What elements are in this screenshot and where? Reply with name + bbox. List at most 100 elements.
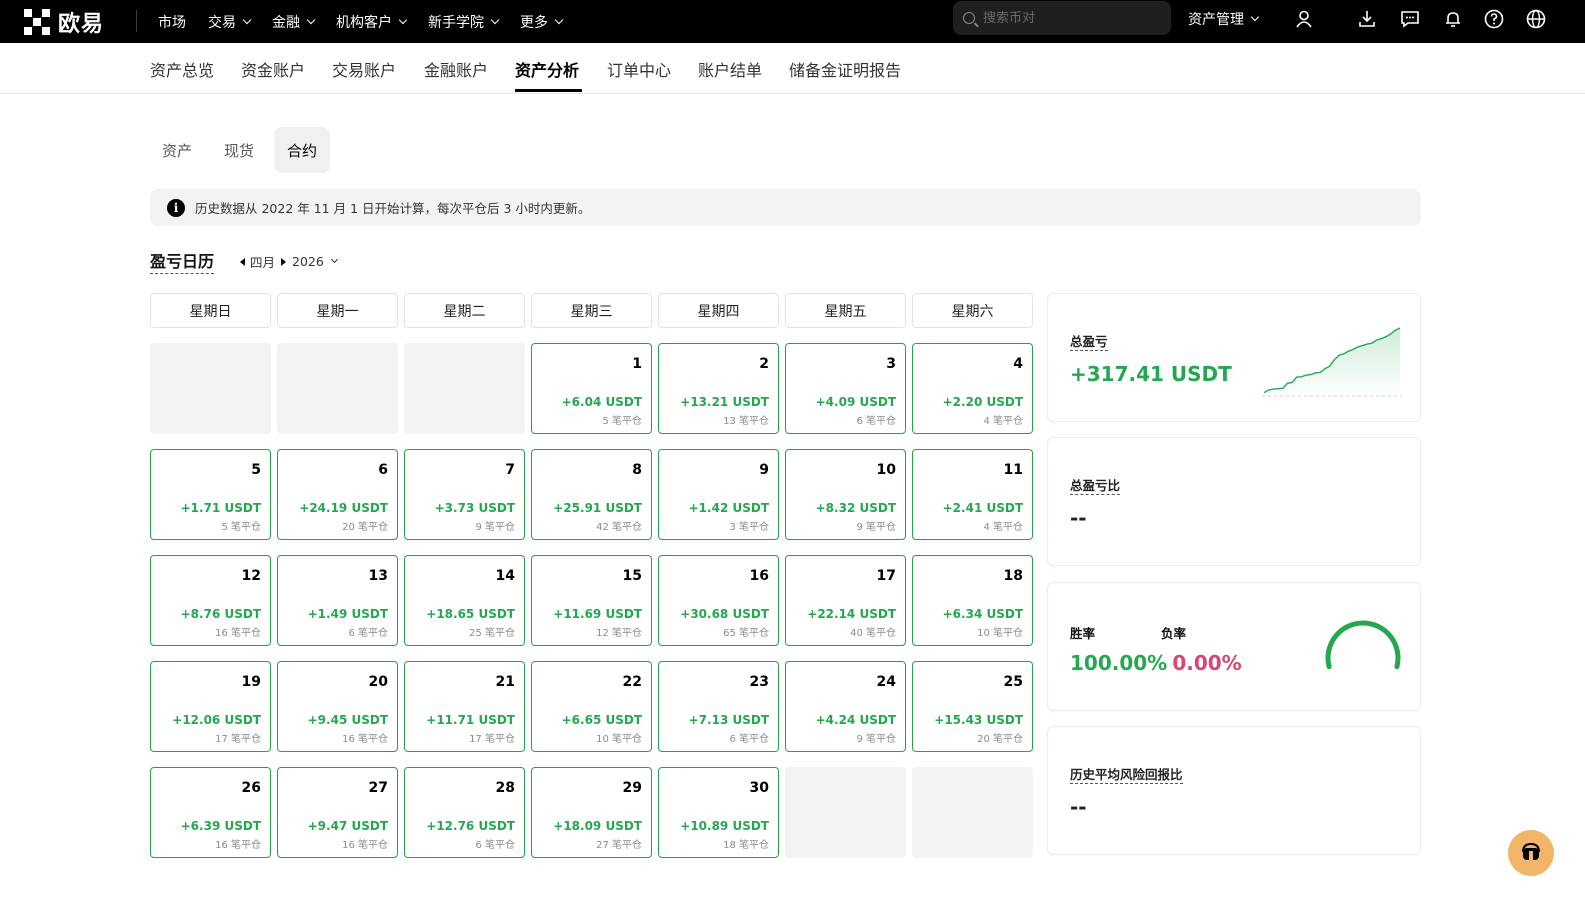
calendar-day[interactable]: 1 +6.04 USDT 5 笔平仓 bbox=[531, 343, 652, 434]
tab-futures[interactable]: 合约 bbox=[274, 127, 331, 173]
day-pnl: +12.76 USDT bbox=[426, 819, 515, 833]
calendar-day[interactable]: 29 +18.09 USDT 27 笔平仓 bbox=[531, 767, 652, 858]
asset-management-menu[interactable]: 资产管理 bbox=[1188, 0, 1260, 38]
day-number: 16 bbox=[749, 568, 769, 584]
day-pnl: +18.09 USDT bbox=[553, 819, 642, 833]
support-button[interactable] bbox=[1508, 830, 1554, 876]
calendar-day[interactable]: 3 +4.09 USDT 6 笔平仓 bbox=[785, 343, 906, 434]
day-close-count: 20 笔平仓 bbox=[977, 734, 1023, 745]
day-number: 18 bbox=[1003, 568, 1023, 584]
calendar-day[interactable]: 6 +24.19 USDT 20 笔平仓 bbox=[277, 449, 398, 540]
day-pnl: +8.76 USDT bbox=[180, 607, 261, 621]
day-close-count: 40 笔平仓 bbox=[850, 628, 896, 639]
calendar-day[interactable]: 4 +2.20 USDT 4 笔平仓 bbox=[912, 343, 1033, 434]
calendar-day[interactable]: 30 +10.89 USDT 18 笔平仓 bbox=[658, 767, 779, 858]
bell-icon[interactable] bbox=[1442, 8, 1464, 30]
tab-proof-of-reserves[interactable]: 储备金证明报告 bbox=[789, 57, 901, 81]
calendar-day[interactable]: 17 +22.14 USDT 40 笔平仓 bbox=[785, 555, 906, 646]
calendar-day[interactable]: 27 +9.47 USDT 16 笔平仓 bbox=[277, 767, 398, 858]
calendar-day[interactable]: 12 +8.76 USDT 16 笔平仓 bbox=[150, 555, 271, 646]
month-label: 四月 bbox=[250, 255, 276, 270]
calendar-day[interactable]: 25 +15.43 USDT 20 笔平仓 bbox=[912, 661, 1033, 752]
total-pnl-ratio-label[interactable]: 总盈亏比 bbox=[1070, 478, 1121, 495]
tab-asset-overview[interactable]: 资产总览 bbox=[150, 57, 214, 81]
calendar-day[interactable]: 22 +6.65 USDT 10 笔平仓 bbox=[531, 661, 652, 752]
day-number: 21 bbox=[495, 674, 515, 690]
calendar-day[interactable]: 15 +11.69 USDT 12 笔平仓 bbox=[531, 555, 652, 646]
day-close-count: 13 笔平仓 bbox=[723, 416, 769, 427]
day-pnl: +10.89 USDT bbox=[680, 819, 769, 833]
pnl-calendar-title[interactable]: 盈亏日历 bbox=[150, 248, 215, 274]
day-number: 20 bbox=[368, 674, 388, 690]
calendar-day[interactable]: 21 +11.71 USDT 17 笔平仓 bbox=[404, 661, 525, 752]
calendar-day[interactable]: 8 +25.91 USDT 42 笔平仓 bbox=[531, 449, 652, 540]
calendar-day[interactable]: 24 +4.24 USDT 9 笔平仓 bbox=[785, 661, 906, 752]
calendar-day[interactable]: 23 +7.13 USDT 6 笔平仓 bbox=[658, 661, 779, 752]
day-pnl: +6.65 USDT bbox=[561, 713, 642, 727]
day-close-count: 6 笔平仓 bbox=[348, 628, 388, 639]
win-rate-card: 胜率 负率 100.00% 0.00% bbox=[1047, 582, 1421, 711]
nav-market[interactable]: 市场 bbox=[158, 12, 186, 32]
top-navbar: 欧易 市场 交易 金融 机构客户 新手学院 更多 资产管理 bbox=[0, 0, 1585, 43]
day-number: 4 bbox=[1013, 356, 1023, 372]
prev-month-icon[interactable] bbox=[240, 257, 245, 266]
okx-logo[interactable]: 欧易 bbox=[24, 6, 104, 38]
calendar-day[interactable]: 5 +1.71 USDT 5 笔平仓 bbox=[150, 449, 271, 540]
day-close-count: 16 笔平仓 bbox=[215, 840, 261, 851]
total-pnl-label[interactable]: 总盈亏 bbox=[1070, 334, 1108, 351]
help-icon[interactable] bbox=[1483, 8, 1505, 30]
tab-assets[interactable]: 资产 bbox=[149, 127, 205, 173]
search-input[interactable] bbox=[983, 10, 1153, 26]
day-number: 5 bbox=[251, 462, 261, 478]
tab-statements[interactable]: 账户结单 bbox=[698, 57, 762, 81]
nav-label: 更多 bbox=[520, 14, 548, 31]
calendar-day[interactable]: 10 +8.32 USDT 9 笔平仓 bbox=[785, 449, 906, 540]
user-icon[interactable] bbox=[1293, 8, 1315, 30]
globe-icon[interactable] bbox=[1525, 8, 1547, 30]
tab-asset-analysis[interactable]: 资产分析 bbox=[515, 57, 579, 81]
tab-trading-account[interactable]: 交易账户 bbox=[332, 57, 396, 81]
calendar-day[interactable]: 26 +6.39 USDT 16 笔平仓 bbox=[150, 767, 271, 858]
calendar-day[interactable]: 11 +2.41 USDT 4 笔平仓 bbox=[912, 449, 1033, 540]
chevron-down-icon[interactable] bbox=[330, 255, 338, 264]
win-rate-value: 100.00% bbox=[1070, 651, 1168, 675]
calendar-day[interactable]: 19 +12.06 USDT 17 笔平仓 bbox=[150, 661, 271, 752]
tab-funding-account[interactable]: 资金账户 bbox=[241, 57, 305, 81]
risk-return-label[interactable]: 历史平均风险回报比 bbox=[1070, 767, 1183, 784]
tab-finance-account[interactable]: 金融账户 bbox=[424, 57, 488, 81]
risk-return-value: -- bbox=[1070, 795, 1087, 819]
calendar-day[interactable]: 13 +1.49 USDT 6 笔平仓 bbox=[277, 555, 398, 646]
calendar-day-empty bbox=[912, 767, 1033, 858]
download-icon[interactable] bbox=[1356, 8, 1378, 30]
weekday-header: 星期一 bbox=[277, 293, 398, 328]
month-selector: 四月 2026 bbox=[240, 252, 338, 271]
day-pnl: +30.68 USDT bbox=[680, 607, 769, 621]
calendar-day[interactable]: 18 +6.34 USDT 10 笔平仓 bbox=[912, 555, 1033, 646]
day-close-count: 17 笔平仓 bbox=[215, 734, 261, 745]
nav-more[interactable]: 更多 bbox=[520, 12, 564, 32]
message-icon[interactable] bbox=[1399, 8, 1421, 30]
calendar-day[interactable]: 7 +3.73 USDT 9 笔平仓 bbox=[404, 449, 525, 540]
nav-academy[interactable]: 新手学院 bbox=[428, 12, 500, 32]
weekday-header: 星期三 bbox=[531, 293, 652, 328]
loss-rate-value: 0.00% bbox=[1172, 651, 1242, 675]
day-pnl: +6.34 USDT bbox=[942, 607, 1023, 621]
total-pnl-ratio-card: 总盈亏比 -- bbox=[1047, 437, 1421, 566]
calendar-day[interactable]: 20 +9.45 USDT 16 笔平仓 bbox=[277, 661, 398, 752]
nav-finance[interactable]: 金融 bbox=[272, 12, 316, 32]
calendar-day[interactable]: 14 +18.65 USDT 25 笔平仓 bbox=[404, 555, 525, 646]
next-month-icon[interactable] bbox=[281, 257, 287, 266]
nav-institutional[interactable]: 机构客户 bbox=[336, 12, 408, 32]
calendar-day[interactable]: 2 +13.21 USDT 13 笔平仓 bbox=[658, 343, 779, 434]
year-select[interactable]: 2026 bbox=[292, 254, 324, 269]
calendar-day[interactable]: 16 +30.68 USDT 65 笔平仓 bbox=[658, 555, 779, 646]
search-box[interactable] bbox=[953, 1, 1171, 35]
pnl-sparkline bbox=[1262, 327, 1402, 397]
calendar-day[interactable]: 28 +12.76 USDT 6 笔平仓 bbox=[404, 767, 525, 858]
chevron-down-icon bbox=[1250, 12, 1260, 22]
nav-trade[interactable]: 交易 bbox=[208, 12, 252, 32]
day-close-count: 12 笔平仓 bbox=[596, 628, 642, 639]
tab-order-center[interactable]: 订单中心 bbox=[607, 57, 671, 81]
tab-spot[interactable]: 现货 bbox=[211, 127, 267, 173]
calendar-day[interactable]: 9 +1.42 USDT 3 笔平仓 bbox=[658, 449, 779, 540]
